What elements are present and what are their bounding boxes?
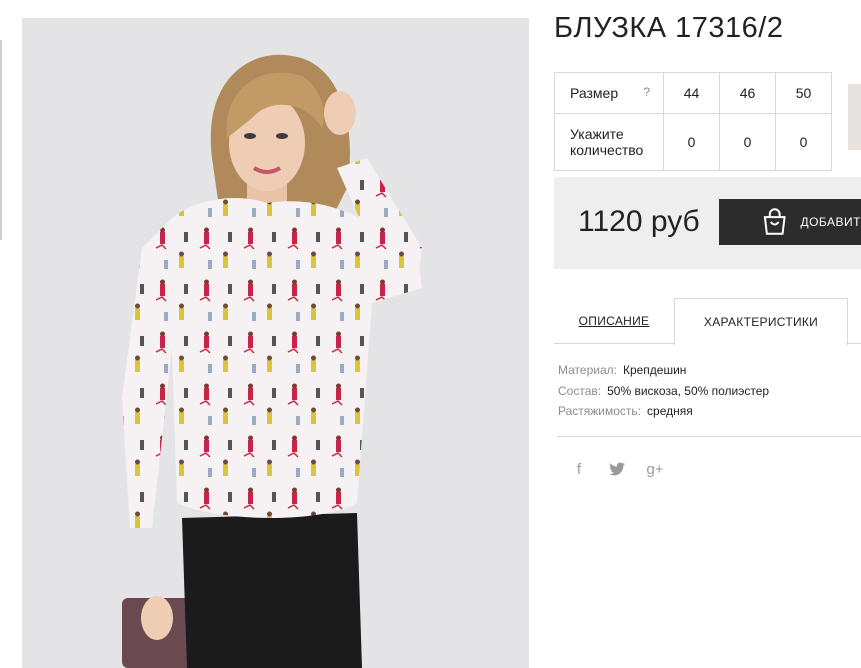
characteristic-key: Состав: — [558, 383, 602, 398]
quantity-input-50[interactable]: 0 — [775, 113, 832, 171]
product-price: 1120 руб — [578, 205, 700, 238]
product-tabs: ОПИСАНИЕ ХАРАКТЕРИСТИКИ — [554, 298, 861, 345]
tabs-underline — [846, 343, 861, 344]
twitter-glyph — [609, 462, 625, 476]
help-icon[interactable]: ? — [643, 85, 650, 99]
characteristic-row: Материал: Крепдешин — [558, 360, 769, 381]
size-option-44[interactable]: 44 — [663, 72, 720, 114]
characteristic-key: Материал: — [558, 363, 617, 377]
characteristic-row: Растяжимость: средняя — [558, 401, 769, 422]
quantity-label-line2: количество — [570, 142, 644, 158]
quantity-input-46[interactable]: 0 — [719, 113, 776, 171]
characteristic-value: средняя — [647, 404, 693, 418]
facebook-icon[interactable]: f — [568, 458, 590, 480]
size-label-cell: Размер ? — [554, 72, 664, 114]
shopping-bag-icon — [763, 208, 786, 235]
size-label: Размер — [570, 85, 619, 101]
twitter-icon[interactable] — [606, 458, 628, 480]
size-option-50[interactable]: 50 — [775, 72, 832, 114]
quantity-label: Укажите количество — [554, 113, 664, 171]
purchase-bar: 1120 руб ДОБАВИТ — [554, 177, 861, 269]
product-title: БЛУЗКА 17316/2 — [554, 12, 784, 44]
gallery-thumbnail[interactable] — [848, 84, 861, 150]
social-share: f g+ — [568, 458, 666, 480]
size-option-46[interactable]: 46 — [719, 72, 776, 114]
characteristic-value: 50% вискоза, 50% полиэстер — [607, 383, 770, 398]
tab-description[interactable]: ОПИСАНИЕ — [554, 298, 674, 344]
product-photo-illustration — [122, 54, 422, 668]
gallery-left-edge — [0, 40, 2, 240]
product-photo[interactable] — [22, 18, 529, 668]
quantity-input-44[interactable]: 0 — [663, 113, 720, 171]
characteristics-list: Материал: Крепдешин Состав: 50% вискоза, 5… — [558, 360, 769, 422]
characteristic-key: Растяжимость: — [558, 404, 642, 418]
tab-description-label: ОПИСАНИЕ — [578, 313, 650, 328]
size-quantity-table: Размер ? 44 46 50 Укажите количество 0 0… — [554, 72, 832, 171]
characteristic-row: Состав: 50% вискоза, 50% полиэстер — [558, 381, 769, 402]
characteristic-value: Крепдешин — [622, 363, 687, 377]
add-to-cart-label: ДОБАВИТ — [800, 215, 861, 229]
add-to-cart-button[interactable]: ДОБАВИТ — [719, 199, 861, 245]
section-divider — [557, 436, 861, 437]
tab-characteristics[interactable]: ХАРАКТЕРИСТИКИ — [674, 298, 848, 345]
facebook-glyph: f — [576, 460, 582, 478]
tab-characteristics-label: ХАРАКТЕРИСТИКИ — [703, 315, 819, 329]
googleplus-glyph: g+ — [646, 460, 664, 478]
quantity-label-line1: Укажите — [570, 126, 624, 142]
googleplus-icon[interactable]: g+ — [644, 458, 666, 480]
